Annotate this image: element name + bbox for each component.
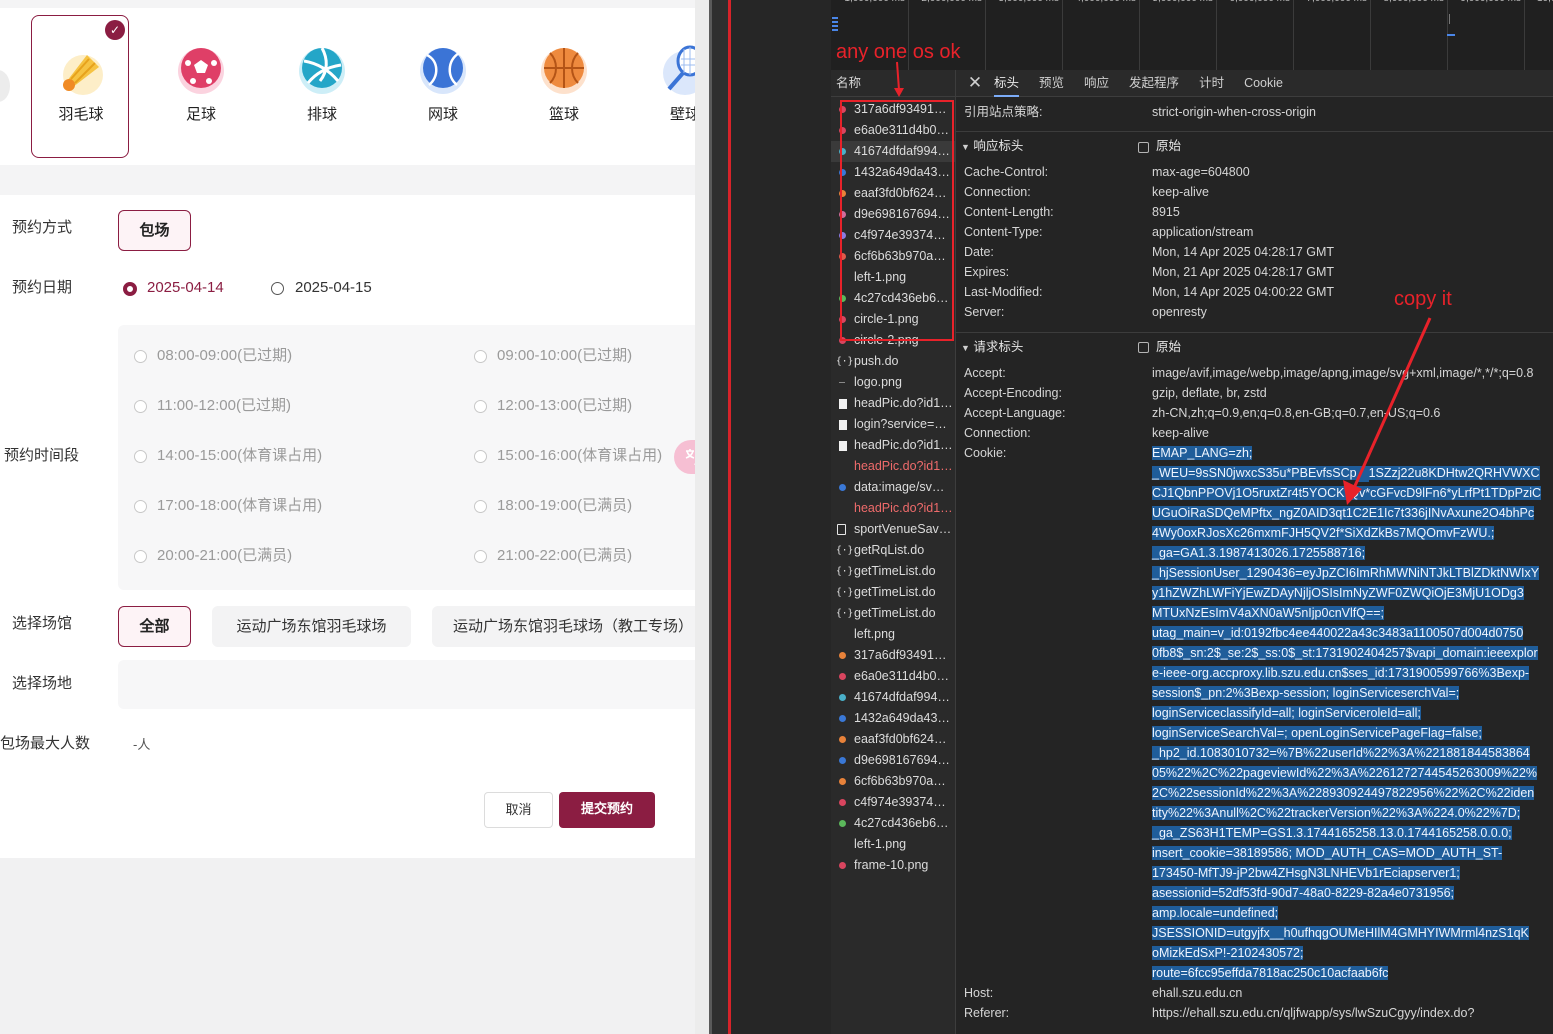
big-arrow-icon [1343, 317, 1432, 505]
annotation-arrows [894, 61, 1432, 505]
small-arrow-icon [894, 61, 904, 97]
